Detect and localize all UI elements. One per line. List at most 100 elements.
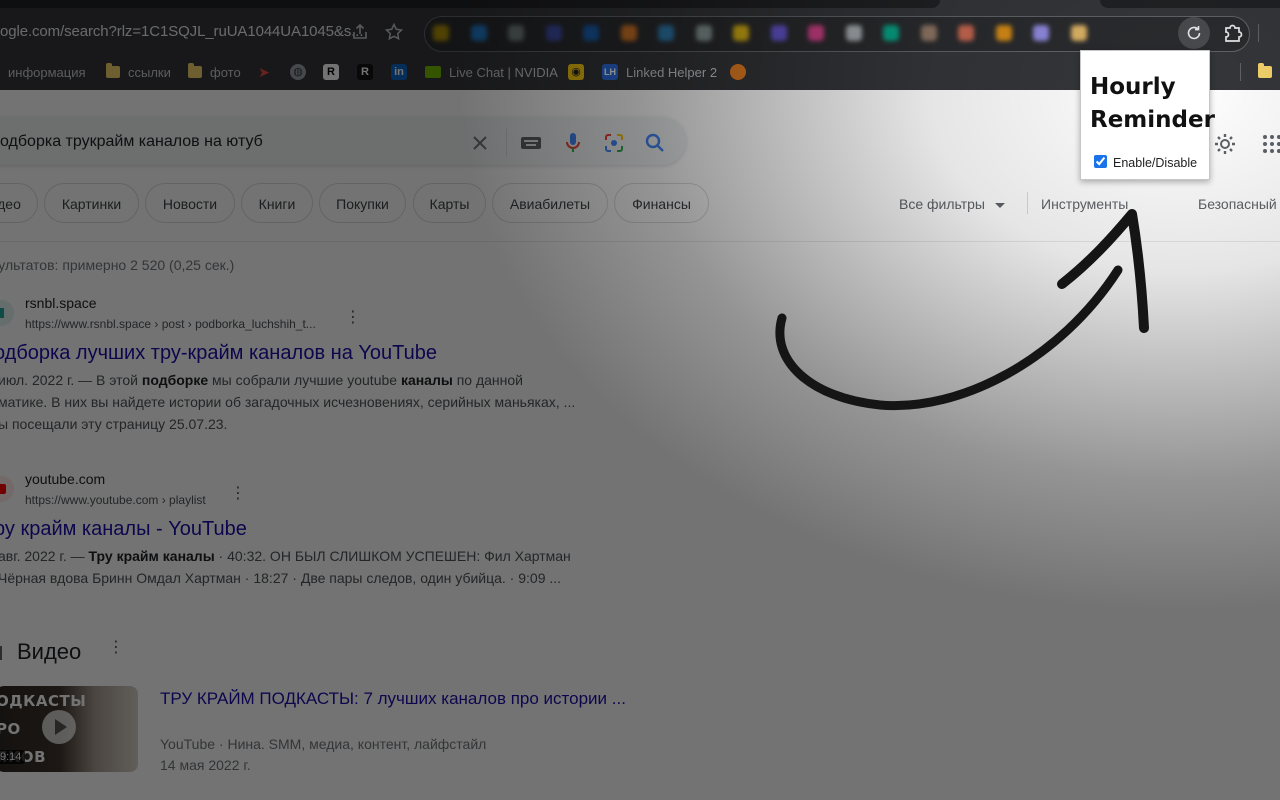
result-title-link[interactable]: ру крайм каналы - YouTube: [0, 518, 247, 541]
extension-icon[interactable]: [658, 25, 674, 41]
globe-icon: ◍: [290, 64, 306, 80]
nvidia-icon: [425, 66, 441, 78]
extension-icon[interactable]: [808, 25, 824, 41]
chip-news[interactable]: Новости: [145, 183, 235, 223]
tab-strip-right: [1100, 0, 1280, 8]
enable-disable-checkbox[interactable]: [1094, 155, 1107, 168]
result-snippet: авг. 2022 г. — Тру крайм каналы · 40:32.…: [0, 545, 571, 589]
extension-icon[interactable]: [996, 25, 1012, 41]
url-text[interactable]: ogle.com/search?rlz=1C1SQJL_ruUA1044UA10…: [0, 23, 363, 40]
more-options-icon[interactable]: ⋮: [230, 492, 234, 496]
bookmark-red-arrow[interactable]: ➤: [256, 63, 272, 81]
videos-heading: Видео: [17, 639, 81, 665]
bookmark-camera[interactable]: ◉: [568, 63, 584, 81]
thumb-text: ОДКАСТЫ: [0, 692, 86, 710]
extension-icon[interactable]: [883, 25, 899, 41]
video-title-link[interactable]: ТРУ КРАЙМ ПОДКАСТЫ: 7 лучших каналов про…: [160, 689, 626, 709]
extensions-puzzle-icon[interactable]: [1220, 20, 1246, 46]
chip-video[interactable]: део: [0, 183, 38, 223]
bookmarks-separator: [1240, 63, 1241, 81]
chip-images[interactable]: Картинки: [44, 183, 139, 223]
extension-icon[interactable]: [583, 25, 599, 41]
search-divider: [506, 129, 507, 157]
bookmark-foto[interactable]: фото: [188, 63, 241, 81]
clear-search-icon[interactable]: [468, 131, 492, 155]
extension-icon[interactable]: [771, 25, 787, 41]
lens-search-icon[interactable]: [602, 131, 626, 155]
result-snippet: июл. 2022 г. — В этой подборке мы собрал…: [0, 369, 575, 435]
bookmark-ssylki[interactable]: ссылки: [106, 63, 171, 81]
play-icon[interactable]: [42, 710, 76, 744]
chip-shopping[interactable]: Покупки: [319, 183, 406, 223]
bookmark-label: Linked Helper 2: [626, 65, 717, 80]
bookmark-star-icon[interactable]: [384, 22, 404, 42]
extension-icon[interactable]: [921, 25, 937, 41]
result-url[interactable]: https://www.youtube.com › playlist: [25, 493, 206, 507]
bookmark-label: ссылки: [128, 65, 171, 80]
browser-toolbar: ogle.com/search?rlz=1C1SQJL_ruUA1044UA10…: [0, 0, 1280, 52]
extension-icon[interactable]: [621, 25, 637, 41]
folder-icon: [1258, 66, 1272, 78]
video-date: 14 мая 2022 г.: [160, 757, 251, 773]
all-filters-button[interactable]: Все фильтры: [899, 196, 1005, 212]
pizza-icon: [730, 64, 746, 80]
share-icon[interactable]: [350, 22, 370, 42]
bookmark-globe[interactable]: ◍: [290, 63, 306, 81]
search-icon[interactable]: [643, 131, 667, 155]
toolbar-separator: [1258, 24, 1259, 42]
popup-title-line: Reminder: [1090, 104, 1210, 137]
voice-search-icon[interactable]: [561, 131, 585, 155]
all-filters-label: Все фильтры: [899, 196, 985, 212]
extension-icon[interactable]: [1071, 25, 1087, 41]
result-title-link[interactable]: одборка лучших тру-крайм каналов на YouT…: [0, 342, 437, 365]
chip-books[interactable]: Книги: [241, 183, 313, 223]
hourly-reminder-extension-button[interactable]: [1178, 17, 1210, 49]
popup-title-line: Hourly: [1090, 71, 1210, 104]
videos-more-options-icon[interactable]: ⋮: [108, 646, 112, 650]
dropdown-caret-icon: [995, 203, 1005, 208]
apps-grid-icon[interactable]: [1262, 133, 1280, 155]
chip-finance[interactable]: Финансы: [614, 183, 709, 223]
result-stats: зультатов: примерно 2 520 (0,25 сек.): [0, 257, 234, 273]
extension-icon[interactable]: [433, 25, 449, 41]
folder-icon: [106, 66, 120, 78]
bookmark-pizza[interactable]: [730, 63, 746, 81]
more-options-icon[interactable]: ⋮: [345, 316, 349, 320]
tools-button[interactable]: Инструменты: [1041, 196, 1128, 212]
address-bar[interactable]: ogle.com/search?rlz=1C1SQJL_ruUA1044UA10…: [0, 14, 412, 52]
extension-icon[interactable]: [958, 25, 974, 41]
r-logo-dark-icon: R: [357, 64, 373, 80]
settings-gear-icon[interactable]: [1212, 131, 1238, 157]
bookmark-linked-helper[interactable]: LH Linked Helper 2: [602, 63, 717, 81]
bookmark-r-dark[interactable]: R: [357, 63, 373, 81]
header-divider: [0, 241, 1280, 242]
extension-icon[interactable]: [733, 25, 749, 41]
snippet-line: июл. 2022 г. — В этой подборке мы собрал…: [0, 369, 575, 391]
extension-icon[interactable]: [1033, 25, 1049, 41]
extension-icon[interactable]: [471, 25, 487, 41]
video-thumbnail[interactable]: ОДКАСТЫ РО ЯКОВ 9:14: [0, 686, 138, 772]
bookmark-label: фото: [210, 65, 241, 80]
bookmark-informatsiya[interactable]: информация: [0, 63, 86, 81]
chip-maps[interactable]: Карты: [413, 183, 486, 223]
search-input[interactable]: одборка трукрайм каналов на ютуб: [0, 133, 263, 151]
bookmark-r[interactable]: R: [323, 63, 339, 81]
extension-icon[interactable]: [508, 25, 524, 41]
keyboard-icon[interactable]: [519, 131, 543, 155]
bookmark-linkedin[interactable]: in: [391, 63, 407, 81]
snippet-line: Чёрная вдова Бринн Омдал Хартман · 18:27…: [0, 567, 571, 589]
reload-icon: [1185, 24, 1203, 42]
bookmark-nvidia[interactable]: Live Chat | NVIDIA: [425, 63, 558, 81]
result-site-name[interactable]: rsnbl.space: [25, 295, 97, 311]
extension-icon[interactable]: [696, 25, 712, 41]
site-favicon: [0, 476, 14, 502]
result-url[interactable]: https://www.rsnbl.space › post › podbork…: [25, 317, 316, 331]
result-site-name[interactable]: youtube.com: [25, 471, 105, 487]
bookmark-folder-overflow[interactable]: [1258, 63, 1272, 81]
chip-flights[interactable]: Авиабилеты: [492, 183, 608, 223]
bookmark-label: информация: [8, 65, 86, 80]
extension-icon[interactable]: [846, 25, 862, 41]
enable-disable-label[interactable]: Enable/Disable: [1113, 156, 1197, 170]
safe-search-button[interactable]: Безопасный: [1198, 196, 1277, 212]
extension-icon[interactable]: [546, 25, 562, 41]
